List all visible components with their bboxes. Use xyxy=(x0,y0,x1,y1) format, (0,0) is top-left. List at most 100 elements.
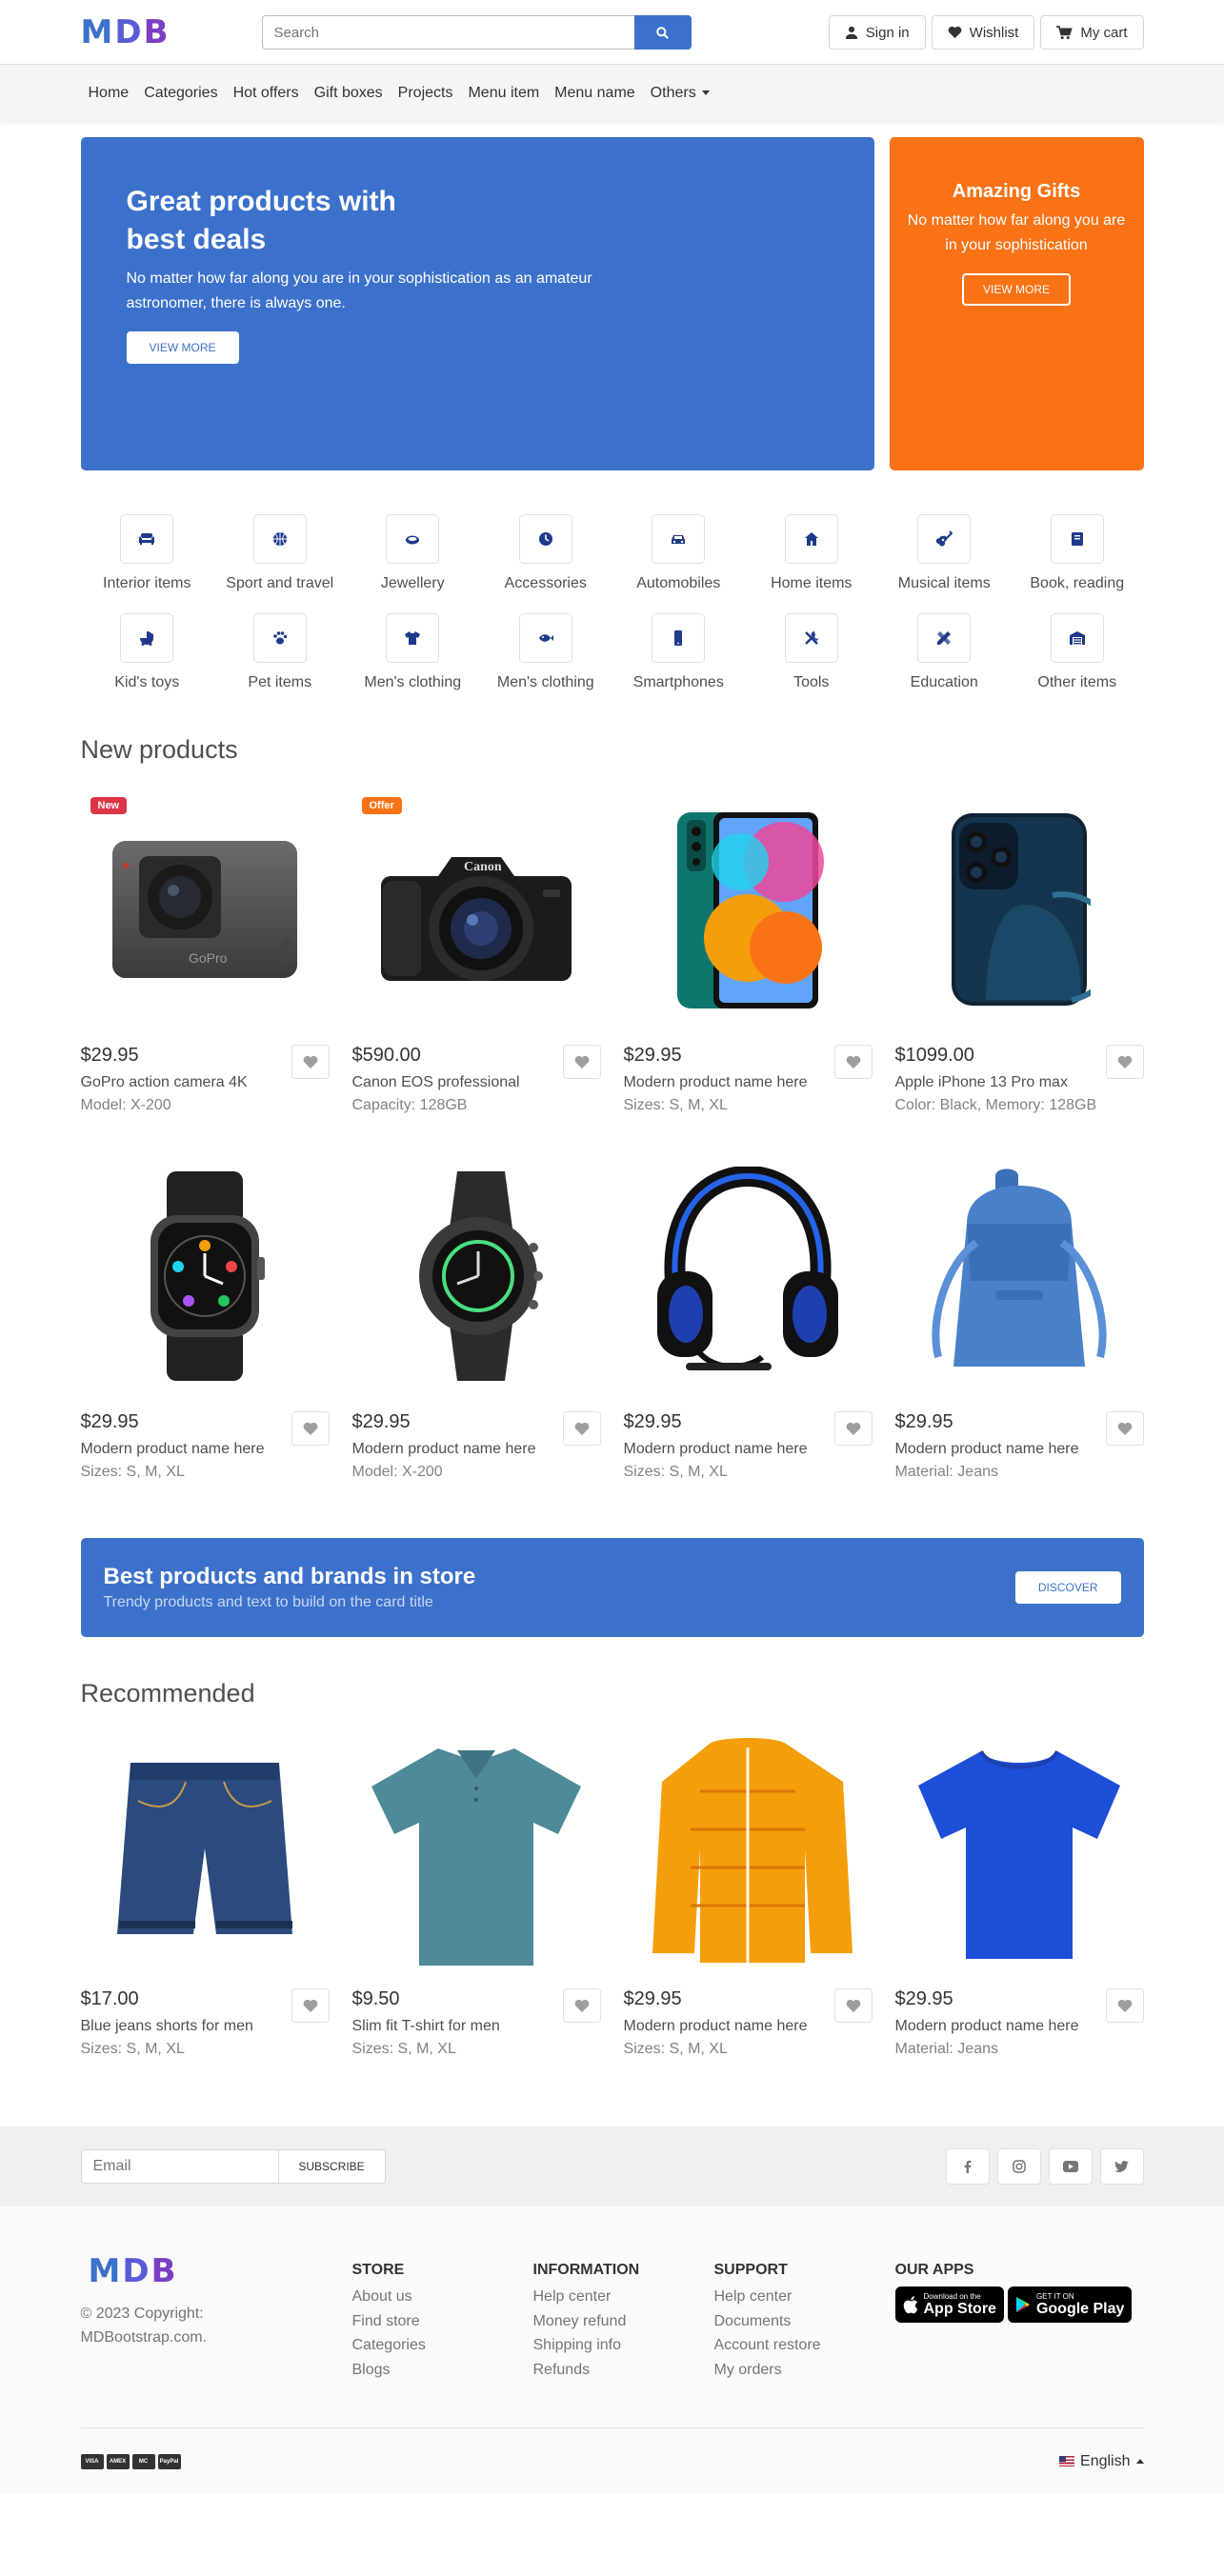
product-image[interactable] xyxy=(624,1154,873,1402)
app-store-badge[interactable]: Download on the App Store xyxy=(894,2286,1004,2323)
subscribe-button[interactable]: Subscribe xyxy=(278,2149,386,2184)
footer-link[interactable]: Money refund xyxy=(533,2309,714,2334)
product-card[interactable]: $29.95 Modern product name here Sizes: S, … xyxy=(624,1731,873,2058)
category-icon-box[interactable] xyxy=(784,613,838,663)
category-item[interactable]: Pet items xyxy=(213,613,347,691)
product-image[interactable] xyxy=(895,1731,1144,1979)
search-button[interactable] xyxy=(633,15,692,50)
add-to-wishlist-button[interactable] xyxy=(833,1045,873,1079)
side-view-more-button[interactable]: View more xyxy=(961,273,1071,306)
product-card[interactable]: $29.95 Modern product name here Sizes: S, … xyxy=(624,788,873,1114)
footer-link[interactable]: Account restore xyxy=(714,2333,895,2358)
footer-link[interactable]: Help center xyxy=(533,2285,714,2309)
youtube-button[interactable] xyxy=(1048,2148,1093,2185)
category-item[interactable]: Kid's toys xyxy=(81,613,214,691)
brand-logo[interactable]: MDB xyxy=(81,13,262,51)
footer-link[interactable]: Find store xyxy=(352,2309,533,2334)
add-to-wishlist-button[interactable] xyxy=(1105,1411,1144,1446)
footer-link[interactable]: Documents xyxy=(714,2309,895,2334)
product-image[interactable]: New GoPro xyxy=(81,788,330,1035)
category-item[interactable]: Other items xyxy=(1011,613,1144,691)
add-to-wishlist-button[interactable] xyxy=(291,1988,330,2023)
email-input[interactable] xyxy=(80,2149,279,2184)
product-card[interactable]: $29.95 Modern product name here Sizes: S, … xyxy=(81,1154,330,1481)
footer-link[interactable]: Categories xyxy=(352,2333,533,2358)
product-card[interactable]: $29.95 Modern product name here Model: X-2… xyxy=(352,1154,601,1481)
category-icon-box[interactable] xyxy=(1050,514,1104,564)
product-card[interactable]: $1099.00 Apple iPhone 13 Pro max Color: Bl… xyxy=(895,788,1144,1114)
product-image[interactable] xyxy=(81,1731,330,1979)
add-to-wishlist-button[interactable] xyxy=(291,1045,330,1079)
category-item[interactable]: Education xyxy=(878,613,1012,691)
nav-projects[interactable]: Projects xyxy=(391,85,461,102)
product-image[interactable] xyxy=(352,1731,601,1979)
product-card[interactable]: $17.00 Blue jeans shorts for men Sizes: S,… xyxy=(81,1731,330,2058)
category-item[interactable]: Smartphones xyxy=(612,613,746,691)
nav-menu-name[interactable]: Menu name xyxy=(547,85,643,102)
add-to-wishlist-button[interactable] xyxy=(562,1411,601,1446)
category-item[interactable]: Musical items xyxy=(878,514,1012,592)
category-item[interactable]: Interior items xyxy=(81,514,214,592)
add-to-wishlist-button[interactable] xyxy=(833,1988,873,2023)
wishlist-button[interactable]: Wishlist xyxy=(931,15,1035,50)
product-image[interactable] xyxy=(624,788,873,1035)
footer-link[interactable]: Blogs xyxy=(352,2358,533,2383)
product-image[interactable] xyxy=(352,1154,601,1402)
category-icon-box[interactable] xyxy=(917,613,972,663)
language-selector[interactable]: English xyxy=(1059,2453,1144,2470)
product-image[interactable] xyxy=(895,1154,1144,1402)
category-item[interactable]: Jewellery xyxy=(347,514,480,592)
copyright-line2[interactable]: MDBootstrap.com. xyxy=(81,2329,207,2346)
add-to-wishlist-button[interactable] xyxy=(562,1045,601,1079)
product-card[interactable]: $9.50 Slim fit T-shirt for men Sizes: S, M… xyxy=(352,1731,601,2058)
category-item[interactable]: Book, reading xyxy=(1011,514,1144,592)
category-icon-box[interactable] xyxy=(120,514,174,564)
category-icon-box[interactable] xyxy=(252,613,307,663)
product-image[interactable] xyxy=(895,788,1144,1035)
category-icon-box[interactable] xyxy=(386,613,440,663)
footer-link[interactable]: Help center xyxy=(714,2285,895,2309)
add-to-wishlist-button[interactable] xyxy=(291,1411,330,1446)
product-card[interactable]: $29.95 Modern product name here Material: … xyxy=(895,1154,1144,1481)
category-icon-box[interactable] xyxy=(386,514,440,564)
nav-gift-boxes[interactable]: Gift boxes xyxy=(307,85,391,102)
category-item[interactable]: Men's clothing xyxy=(479,613,612,691)
instagram-button[interactable] xyxy=(996,2148,1041,2185)
add-to-wishlist-button[interactable] xyxy=(1105,1045,1144,1079)
footer-link[interactable]: Refunds xyxy=(533,2358,714,2383)
category-icon-box[interactable] xyxy=(120,613,174,663)
category-icon-box[interactable] xyxy=(652,613,706,663)
cart-button[interactable]: My cart xyxy=(1040,15,1144,50)
nav-menu-item[interactable]: Menu item xyxy=(460,85,547,102)
product-card[interactable]: New GoPro $29.95 GoPro action camera 4K Mode… xyxy=(81,788,330,1114)
category-icon-box[interactable] xyxy=(518,613,572,663)
footer-link[interactable]: Shipping info xyxy=(533,2333,714,2358)
category-item[interactable]: Men's clothing xyxy=(347,613,480,691)
discover-button[interactable]: Discover xyxy=(1014,1571,1121,1604)
nav-categories[interactable]: Categories xyxy=(136,85,225,102)
facebook-button[interactable] xyxy=(945,2148,990,2185)
category-item[interactable]: Automobiles xyxy=(612,514,746,592)
add-to-wishlist-button[interactable] xyxy=(1105,1988,1144,2023)
nav-hot-offers[interactable]: Hot offers xyxy=(226,85,307,102)
product-image[interactable] xyxy=(624,1731,873,1979)
twitter-button[interactable] xyxy=(1099,2148,1144,2185)
category-icon-box[interactable] xyxy=(652,514,706,564)
nav-home[interactable]: Home xyxy=(81,85,137,102)
product-card[interactable]: $29.95 Modern product name here Material: … xyxy=(895,1731,1144,2058)
product-card[interactable]: Offer Canon $590.00 Canon EOS professional C… xyxy=(352,788,601,1114)
category-icon-box[interactable] xyxy=(784,514,838,564)
product-image[interactable] xyxy=(81,1154,330,1402)
category-icon-box[interactable] xyxy=(518,514,572,564)
category-icon-box[interactable] xyxy=(1050,613,1104,663)
category-item[interactable]: Home items xyxy=(745,514,878,592)
product-card[interactable]: $29.95 Modern product name here Sizes: S, … xyxy=(624,1154,873,1481)
category-item[interactable]: Tools xyxy=(745,613,878,691)
footer-link[interactable]: My orders xyxy=(714,2358,895,2383)
hero-view-more-button[interactable]: View more xyxy=(126,331,239,364)
signin-button[interactable]: Sign in xyxy=(828,15,926,50)
category-item[interactable]: Sport and travel xyxy=(213,514,347,592)
add-to-wishlist-button[interactable] xyxy=(562,1988,601,2023)
nav-others-dropdown[interactable]: Others xyxy=(643,85,717,102)
add-to-wishlist-button[interactable] xyxy=(833,1411,873,1446)
